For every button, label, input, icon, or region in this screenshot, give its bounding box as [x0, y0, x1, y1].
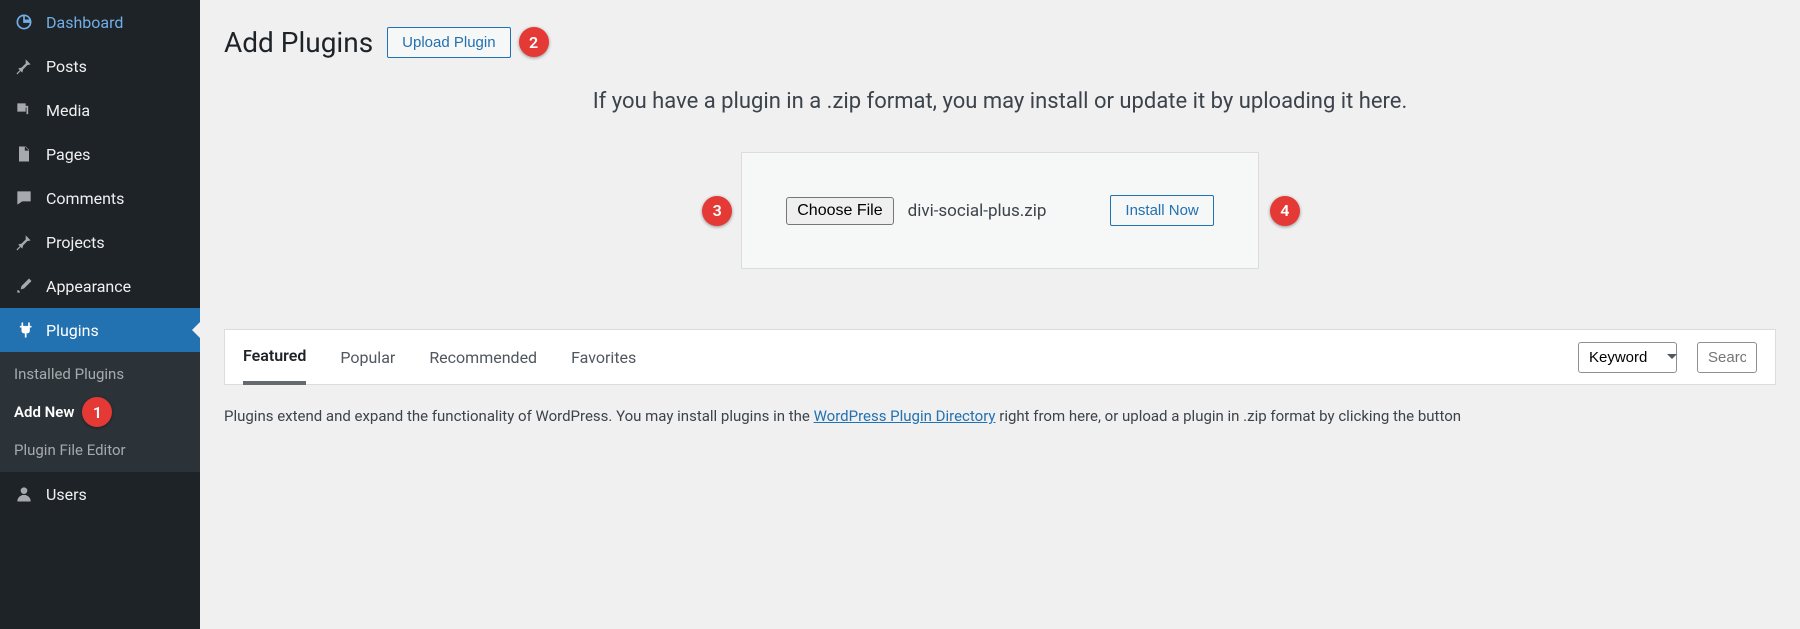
tab-featured[interactable]: Featured [243, 330, 306, 385]
plugins-submenu: Installed Plugins Add New 1 Plugin File … [0, 352, 200, 472]
sidebar-item-label: Appearance [46, 277, 131, 296]
brush-icon [12, 274, 36, 298]
admin-sidebar: Dashboard Posts Media Pages Comments [0, 0, 200, 629]
tab-popular[interactable]: Popular [340, 332, 395, 383]
user-icon [12, 482, 36, 506]
chosen-file-name: divi-social-plus.zip [908, 201, 1047, 221]
pin-icon [12, 54, 36, 78]
submenu-installed-plugins[interactable]: Installed Plugins [0, 358, 200, 390]
sidebar-item-label: Pages [46, 145, 90, 164]
pin-icon [12, 230, 36, 254]
main-content: Add Plugins Upload Plugin 2 If you have … [200, 0, 1800, 629]
install-now-button[interactable]: Install Now [1110, 195, 1213, 226]
plugin-directory-link[interactable]: WordPress Plugin Directory [814, 407, 996, 425]
sidebar-item-label: Dashboard [46, 13, 123, 32]
sidebar-item-projects[interactable]: Projects [0, 220, 200, 264]
sidebar-item-label: Users [46, 485, 87, 504]
plug-icon [12, 318, 36, 342]
annotation-badge-2: 2 [519, 27, 549, 57]
comment-icon [12, 186, 36, 210]
tab-recommended[interactable]: Recommended [429, 332, 537, 383]
plugin-search-input[interactable] [1697, 342, 1757, 373]
sidebar-item-users[interactable]: Users [0, 472, 200, 516]
upload-form: 3 Choose File divi-social-plus.zip Insta… [741, 152, 1259, 269]
media-icon [12, 98, 36, 122]
sidebar-item-label: Media [46, 101, 90, 120]
upload-panel: If you have a plugin in a .zip format, y… [224, 89, 1776, 269]
sidebar-item-label: Comments [46, 189, 124, 208]
sidebar-item-pages[interactable]: Pages [0, 132, 200, 176]
sidebar-item-dashboard[interactable]: Dashboard [0, 0, 200, 44]
upload-instructions: If you have a plugin in a .zip format, y… [224, 89, 1776, 114]
sidebar-item-comments[interactable]: Comments [0, 176, 200, 220]
sidebar-item-label: Projects [46, 233, 105, 252]
dashboard-icon [12, 10, 36, 34]
annotation-badge-3: 3 [702, 196, 732, 226]
tab-favorites[interactable]: Favorites [571, 332, 636, 383]
upload-plugin-button[interactable]: Upload Plugin [387, 27, 510, 58]
submenu-plugin-file-editor[interactable]: Plugin File Editor [0, 434, 200, 466]
annotation-badge-1: 1 [82, 397, 112, 427]
submenu-add-new[interactable]: Add New 1 [0, 390, 200, 434]
plugin-filter-bar: Featured Popular Recommended Favorites K… [224, 329, 1776, 385]
sidebar-item-label: Posts [46, 57, 87, 76]
sidebar-item-label: Plugins [46, 321, 99, 340]
sidebar-item-posts[interactable]: Posts [0, 44, 200, 88]
choose-file-button[interactable]: Choose File [786, 197, 893, 225]
sidebar-item-media[interactable]: Media [0, 88, 200, 132]
sidebar-item-appearance[interactable]: Appearance [0, 264, 200, 308]
sidebar-item-plugins[interactable]: Plugins [0, 308, 200, 352]
plugins-description: Plugins extend and expand the functional… [224, 407, 1776, 425]
page-title: Add Plugins [224, 26, 373, 59]
search-type-select[interactable]: Keyword [1578, 342, 1677, 373]
annotation-badge-4: 4 [1270, 196, 1300, 226]
page-icon [12, 142, 36, 166]
